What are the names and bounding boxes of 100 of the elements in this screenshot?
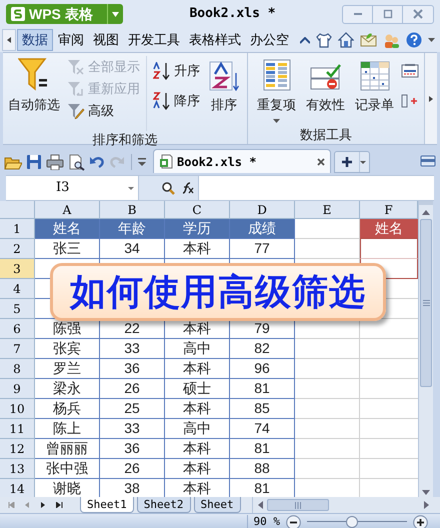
- function-icon[interactable]: [181, 182, 194, 194]
- row-header[interactable]: 1: [0, 219, 35, 239]
- shirt-icon[interactable]: [316, 32, 332, 48]
- row-header[interactable]: 5: [0, 299, 35, 319]
- funnel-pencil-icon: [67, 103, 85, 119]
- table-cell: 本科: [165, 399, 230, 419]
- open-folder-icon[interactable]: [4, 154, 22, 170]
- table-cell: 张三: [35, 239, 100, 259]
- dropdown-caret-icon: [360, 160, 366, 164]
- row-header[interactable]: 9: [0, 379, 35, 399]
- ribbon-button[interactable]: 有效性: [303, 56, 348, 116]
- column-heading-cell: 年龄: [100, 219, 165, 239]
- row-header[interactable]: 6: [0, 319, 35, 339]
- close-icon[interactable]: [317, 158, 325, 166]
- table-cell: [295, 239, 360, 259]
- grip-icon: [422, 300, 430, 306]
- print-preview-icon[interactable]: [68, 154, 85, 170]
- right-arrow-icon[interactable]: [424, 501, 428, 509]
- help-icon[interactable]: [406, 32, 422, 48]
- row-header[interactable]: 7: [0, 339, 35, 359]
- close-icon: [413, 9, 423, 19]
- ribbon-button[interactable]: 高级: [67, 100, 140, 122]
- ribbon-button[interactable]: 自动筛选: [5, 56, 63, 116]
- table-cell: 85: [230, 399, 295, 419]
- print-icon[interactable]: [46, 154, 64, 170]
- first-sheet-icon[interactable]: [8, 502, 15, 508]
- table-cell: 高中: [165, 419, 230, 439]
- table-cell: 张宾: [35, 339, 100, 359]
- table-cell: 77: [230, 239, 295, 259]
- row-header[interactable]: 8: [0, 359, 35, 379]
- table-cell: 本科: [165, 439, 230, 459]
- people-icon[interactable]: [383, 32, 400, 48]
- search-icon[interactable]: [162, 182, 175, 194]
- column-header[interactable]: D: [230, 201, 295, 219]
- menu-tab[interactable]: 数据: [17, 29, 53, 51]
- scroll-left-button[interactable]: [2, 29, 16, 51]
- menu-tab[interactable]: 表格样式: [185, 29, 245, 51]
- row-header[interactable]: 10: [0, 399, 35, 419]
- table-cell: [295, 339, 360, 359]
- row-header[interactable]: 2: [0, 239, 35, 259]
- collapse-ribbon-icon[interactable]: [300, 36, 310, 44]
- menu-tab[interactable]: 开发工具: [124, 29, 184, 51]
- menu-tab[interactable]: 办公空: [246, 29, 293, 51]
- ribbon-button[interactable]: 重复项: [254, 56, 299, 116]
- merge-columns-icon[interactable]: [401, 94, 417, 108]
- name-box[interactable]: I3: [6, 176, 139, 200]
- sheet-tab[interactable]: Sheet1: [80, 497, 134, 513]
- colored-rows-icon: [262, 58, 290, 90]
- dropdown-caret-icon[interactable]: [273, 119, 280, 123]
- zoom-in-icon[interactable]: [413, 514, 428, 528]
- app-menu-button[interactable]: WPS 表格: [6, 4, 123, 24]
- column-header[interactable]: C: [165, 201, 230, 219]
- new-tab-button[interactable]: [334, 151, 370, 173]
- column-header[interactable]: A: [35, 201, 100, 219]
- row-header[interactable]: 4: [0, 279, 35, 299]
- table-cell: 34: [100, 239, 165, 259]
- dropdown-caret-icon: [128, 186, 134, 190]
- formula-input[interactable]: [199, 176, 434, 200]
- next-sheet-icon[interactable]: [40, 502, 47, 508]
- list-box-icon[interactable]: [401, 64, 419, 78]
- vertical-scrollbar[interactable]: [418, 201, 433, 497]
- row-header[interactable]: 11: [0, 419, 35, 439]
- home-icon[interactable]: [338, 32, 354, 48]
- title-banner: 如何使用高级筛选: [50, 263, 386, 321]
- right-arrow-icon: [429, 96, 433, 102]
- ribbon-button[interactable]: 记录单: [352, 56, 397, 116]
- undo-icon[interactable]: [89, 155, 105, 169]
- column-header[interactable]: E: [295, 201, 360, 219]
- sheet-tab[interactable]: Sheet: [194, 497, 241, 513]
- table-cell: 96: [230, 359, 295, 379]
- table-cell: 26: [100, 459, 165, 479]
- down-arrow-icon[interactable]: [422, 490, 430, 494]
- customize-dropdown-icon[interactable]: [138, 158, 146, 166]
- ribbon-button[interactable]: 降序: [153, 90, 200, 112]
- save-icon[interactable]: [26, 154, 42, 170]
- document-tab[interactable]: Book2.xls *: [153, 149, 331, 173]
- table-cell: 高中: [165, 339, 230, 359]
- left-arrow-icon[interactable]: [258, 501, 262, 509]
- sheet-tab[interactable]: Sheet2: [136, 497, 190, 513]
- mail-icon[interactable]: [360, 33, 377, 47]
- menu-tab[interactable]: 视图: [89, 29, 123, 51]
- menu-tab[interactable]: 审阅: [54, 29, 88, 51]
- column-header[interactable]: B: [100, 201, 165, 219]
- row-header[interactable]: 3: [0, 259, 35, 279]
- slider-thumb[interactable]: [346, 516, 358, 528]
- column-header[interactable]: F: [360, 201, 418, 219]
- sort-icon: [209, 60, 239, 90]
- zoom-out-icon[interactable]: [286, 514, 301, 528]
- window-layout-icon[interactable]: [420, 155, 436, 167]
- up-arrow-icon[interactable]: [422, 210, 430, 214]
- ribbon-button[interactable]: 排序: [206, 56, 242, 116]
- last-sheet-icon[interactable]: [56, 502, 63, 508]
- dropdown-caret-icon[interactable]: [428, 38, 435, 42]
- ribbon-button[interactable]: 升序: [153, 60, 200, 82]
- zoom-slider[interactable]: [307, 516, 407, 528]
- table-cell: 本科: [165, 359, 230, 379]
- row-header[interactable]: 12: [0, 439, 35, 459]
- table-cell: 36: [100, 359, 165, 379]
- row-header[interactable]: 13: [0, 459, 35, 479]
- row-header[interactable]: 14: [0, 479, 35, 497]
